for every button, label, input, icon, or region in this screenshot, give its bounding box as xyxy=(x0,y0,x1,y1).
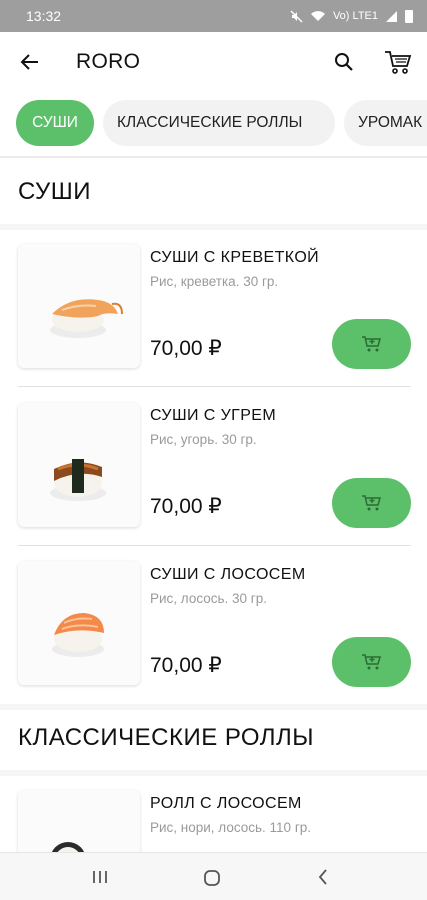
shrimp-sushi-icon xyxy=(50,299,123,338)
home-button[interactable] xyxy=(201,867,223,889)
cart-icon xyxy=(385,51,412,74)
system-back-button[interactable] xyxy=(313,867,333,887)
home-icon xyxy=(204,870,220,886)
chip-sushi[interactable]: СУШИ xyxy=(16,100,94,146)
product-description: Рис, нори, лосось. 110 гр. xyxy=(150,820,311,835)
status-time: 13:32 xyxy=(26,8,62,24)
status-icons: Vo) LTE1 xyxy=(290,9,413,23)
product-name: РОЛЛ С ЛОСОСЕМ xyxy=(150,795,302,812)
section-divider xyxy=(0,224,427,230)
search-icon xyxy=(335,53,353,71)
divider xyxy=(0,156,427,158)
salmon-roll-icon xyxy=(51,842,85,852)
mute-icon xyxy=(290,10,303,22)
add-to-cart-button[interactable] xyxy=(332,478,411,528)
product-card[interactable]: РОЛЛ С ЛОСОСЕМ Рис, нори, лосось. 110 гр… xyxy=(0,778,427,852)
row-divider xyxy=(18,386,411,387)
product-card[interactable]: СУШИ С КРЕВЕТКОЙ Рис, креветка. 30 гр. 7… xyxy=(0,232,427,392)
cart-plus-icon xyxy=(361,336,381,352)
product-card[interactable]: СУШИ С УГРЕМ Рис, угорь. 30 гр. 70,00 ₽ xyxy=(0,390,427,550)
product-card[interactable]: СУШИ С ЛОСОСЕМ Рис, лосось. 30 гр. 70,00… xyxy=(0,549,427,709)
add-to-cart-button[interactable] xyxy=(332,637,411,687)
section-title-classic-rolls: КЛАССИЧЕСКИЕ РОЛЛЫ xyxy=(18,724,314,751)
product-image-salmon-roll[interactable] xyxy=(18,790,140,852)
product-name: СУШИ С ЛОСОСЕМ xyxy=(150,566,306,583)
chevron-left-icon xyxy=(318,869,327,885)
product-description: Рис, лосось. 30 гр. xyxy=(150,591,267,606)
section-divider xyxy=(0,770,427,776)
product-price: 70,00 ₽ xyxy=(150,337,222,360)
product-description: Рис, угорь. 30 гр. xyxy=(150,432,257,447)
battery-icon xyxy=(405,9,413,23)
row-divider xyxy=(18,545,411,546)
system-nav-bar xyxy=(0,852,427,900)
app-bar: RORO xyxy=(0,32,427,92)
network-label: Vo) LTE1 xyxy=(332,10,378,22)
product-description: Рис, креветка. 30 гр. xyxy=(150,274,279,289)
arrow-left-icon xyxy=(20,54,38,70)
wifi-icon xyxy=(310,10,325,21)
product-price: 70,00 ₽ xyxy=(150,654,222,677)
cart-button[interactable] xyxy=(382,46,414,78)
page-title: RORO xyxy=(76,50,141,73)
product-image-shrimp[interactable] xyxy=(18,244,140,368)
section-divider xyxy=(0,704,427,710)
recents-button[interactable] xyxy=(88,867,112,887)
chip-uromaki[interactable]: УРОМАК xyxy=(344,100,427,146)
salmon-sushi-icon xyxy=(52,613,104,657)
section-title-sushi: СУШИ xyxy=(18,178,92,205)
cart-plus-icon xyxy=(361,654,381,670)
cart-plus-icon xyxy=(361,495,381,511)
signal-icon xyxy=(386,10,397,22)
add-to-cart-button[interactable] xyxy=(332,319,411,369)
product-image-salmon[interactable] xyxy=(18,561,140,685)
product-name: СУШИ С УГРЕМ xyxy=(150,407,277,424)
eel-sushi-icon xyxy=(50,459,106,501)
product-image-eel[interactable] xyxy=(18,403,140,527)
recents-icon xyxy=(93,871,107,883)
back-button[interactable] xyxy=(16,48,44,76)
product-name: СУШИ С КРЕВЕТКОЙ xyxy=(150,249,320,266)
status-bar: 13:32 Vo) LTE1 xyxy=(0,0,427,32)
chip-classic-rolls[interactable]: КЛАССИЧЕСКИЕ РОЛЛЫ xyxy=(103,100,335,146)
product-price: 70,00 ₽ xyxy=(150,495,222,518)
category-chips: СУШИ КЛАССИЧЕСКИЕ РОЛЛЫ УРОМАК xyxy=(0,100,427,148)
search-button[interactable] xyxy=(330,48,358,76)
